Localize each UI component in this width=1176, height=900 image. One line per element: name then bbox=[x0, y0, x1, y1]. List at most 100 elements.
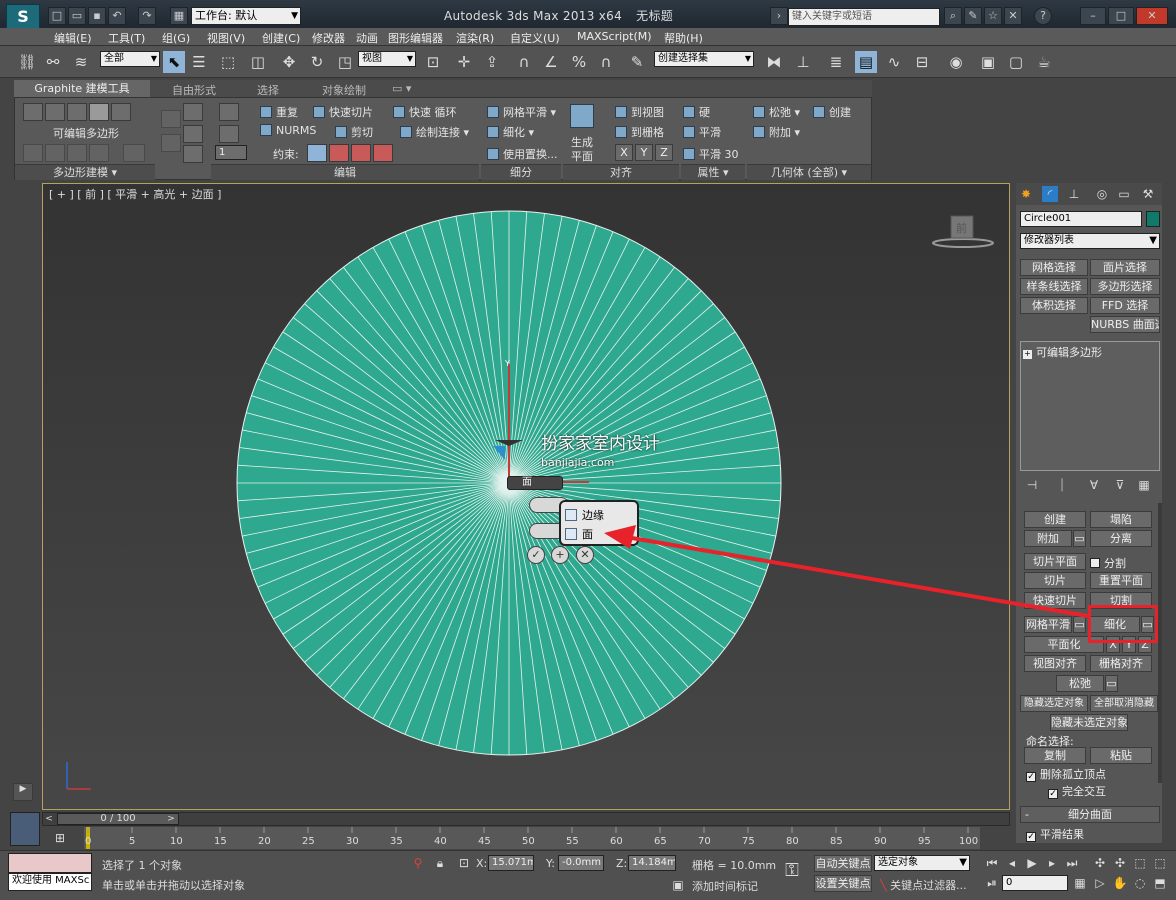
caddy-cancel-icon[interactable]: ✕ bbox=[576, 546, 594, 564]
curve-editor-icon[interactable]: ∿ bbox=[883, 51, 905, 73]
section-edit[interactable]: 编辑 bbox=[211, 164, 479, 180]
quick-loop-button[interactable]: 快速 循环 bbox=[393, 104, 457, 120]
maximize-button[interactable]: □ bbox=[1108, 7, 1134, 25]
subdivision-surface-rollout[interactable]: - 细分曲面 bbox=[1020, 806, 1160, 823]
zoom-extents-icon[interactable]: ⬚ bbox=[1132, 855, 1148, 871]
tab-selection[interactable]: 选择 bbox=[257, 82, 279, 98]
relax-settings-icon[interactable]: ▭ bbox=[1105, 675, 1118, 692]
render-frame-icon[interactable]: ▢ bbox=[1005, 51, 1027, 73]
link-icon[interactable]: ⛓ bbox=[16, 51, 38, 73]
set-key-button[interactable]: 设置关键点 bbox=[814, 875, 872, 892]
select-by-name-icon[interactable]: ☰ bbox=[188, 51, 210, 73]
prev-frame-icon[interactable]: < bbox=[43, 813, 55, 825]
unlink-icon[interactable]: ⚯ bbox=[42, 51, 64, 73]
y-coord-field[interactable]: -0.0mm bbox=[558, 855, 604, 871]
x-coord-field[interactable]: 15.071mm bbox=[488, 855, 534, 871]
slice-plane-button[interactable]: 切片平面 bbox=[1024, 553, 1086, 570]
orbit-icon[interactable]: ◌ bbox=[1132, 875, 1148, 891]
binoculars-icon[interactable]: ⌕ bbox=[944, 7, 962, 25]
polygon-subobj-icon[interactable] bbox=[89, 103, 109, 121]
maximize-viewport-icon[interactable]: ⬒ bbox=[1152, 875, 1168, 891]
select-manipulate-icon[interactable]: ✛ bbox=[453, 51, 475, 73]
app-logo-icon[interactable]: S bbox=[6, 4, 40, 30]
pan-icon[interactable]: ✋ bbox=[1112, 875, 1128, 891]
constraint-edge-icon[interactable] bbox=[329, 144, 349, 162]
project-folder-icon[interactable]: ▦ bbox=[170, 7, 188, 25]
hide-unselected-button[interactable]: 隐藏未选定对象 bbox=[1050, 714, 1128, 731]
isolate-icon[interactable]: ⚲ bbox=[410, 855, 426, 871]
workspace-select[interactable]: 工作台: 默认 ▼ bbox=[191, 7, 301, 25]
zoom-extents-all-icon[interactable]: ⬚ bbox=[1152, 855, 1168, 871]
menu-render[interactable]: 渲染(R) bbox=[456, 30, 494, 46]
align-y-button[interactable]: Y bbox=[635, 144, 653, 161]
mirror-icon[interactable]: ⧓ bbox=[763, 51, 785, 73]
poly-select-button[interactable]: 多边形选择 bbox=[1090, 278, 1160, 295]
copy-button[interactable]: 复制 bbox=[1024, 747, 1086, 764]
caddy-apply-icon[interactable]: + bbox=[551, 546, 569, 564]
fov-icon[interactable]: ▷ bbox=[1092, 875, 1108, 891]
redo-icon[interactable]: ↷ bbox=[138, 7, 156, 25]
edge-subobj-icon[interactable] bbox=[45, 103, 65, 121]
cut-button[interactable]: 剪切 bbox=[335, 124, 373, 140]
menu-view[interactable]: 视图(V) bbox=[207, 30, 245, 46]
tools-icon[interactable]: ✎ bbox=[964, 7, 982, 25]
zoom-all-icon[interactable]: ✣ bbox=[1112, 855, 1128, 871]
menu-help[interactable]: 帮助(H) bbox=[664, 30, 703, 46]
grid-align-button[interactable]: 栅格对齐 bbox=[1090, 655, 1152, 672]
modifier-list-select[interactable]: 修改器列表 ▼ bbox=[1020, 233, 1160, 249]
ribbon-options-icon[interactable]: ▭ ▾ bbox=[392, 82, 411, 95]
attach-ribbon-button[interactable]: 附加 ▾ bbox=[753, 124, 800, 140]
vol-select-button[interactable]: 体积选择 bbox=[1020, 297, 1088, 314]
set-key-icon[interactable]: ⚿ bbox=[784, 862, 800, 880]
open-file-icon[interactable]: ▭ bbox=[68, 7, 86, 25]
element-subobj-icon[interactable] bbox=[111, 103, 131, 121]
window-crossing-icon[interactable]: ◫ bbox=[247, 51, 269, 73]
play-icon[interactable]: ▶ bbox=[1024, 855, 1040, 871]
tab-graphite[interactable]: Graphite 建模工具 bbox=[14, 80, 150, 97]
menu-modifiers[interactable]: 修改器 bbox=[312, 30, 345, 46]
auto-key-button[interactable]: 自动关键点 bbox=[814, 855, 872, 872]
expand-plus-icon[interactable]: + bbox=[1023, 350, 1032, 359]
object-color-swatch[interactable] bbox=[1146, 211, 1160, 227]
smooth30-button[interactable]: 平滑 30 bbox=[683, 146, 739, 162]
section-subdivision[interactable]: 细分 bbox=[481, 164, 561, 180]
circle-mesh[interactable]: Y 前 bbox=[43, 184, 1009, 809]
viewport-front[interactable]: [ + ] [ 前 ] [ 平滑 + 高光 + 边面 ] Y 前 扮家家室内设计… bbox=[42, 183, 1010, 810]
select-object-icon[interactable]: ⬉ bbox=[163, 51, 185, 73]
view-align-button[interactable]: 视图对齐 bbox=[1024, 655, 1086, 672]
named-selection-set-select[interactable]: 创建选择集 ▼ bbox=[654, 51, 754, 67]
move-icon[interactable]: ✥ bbox=[278, 51, 300, 73]
hide-selected-button[interactable]: 隐藏选定对象 bbox=[1020, 695, 1088, 712]
caddy-ok-icon[interactable]: ✓ bbox=[527, 546, 545, 564]
pivot-center-icon[interactable]: ⊡ bbox=[422, 51, 444, 73]
goto-start-icon[interactable]: ⏮ bbox=[984, 855, 1000, 871]
show-cage-icon[interactable] bbox=[183, 103, 203, 121]
delete-isolated-checkbox[interactable]: ✓ 删除孤立顶点 bbox=[1026, 766, 1106, 782]
menu-animation[interactable]: 动画 bbox=[356, 30, 378, 46]
key-filters-button[interactable]: ╲ 关键点过滤器... bbox=[880, 877, 967, 893]
align-icon[interactable]: ⊥ bbox=[792, 51, 814, 73]
popup-edges[interactable]: 边缘 bbox=[565, 507, 604, 523]
border-subobj-icon[interactable] bbox=[67, 103, 87, 121]
render-setup-icon[interactable]: ▣ bbox=[977, 51, 999, 73]
generate-plane-icon[interactable] bbox=[570, 104, 594, 128]
bind-space-warp-icon[interactable]: ≋ bbox=[70, 51, 92, 73]
percent-snap-icon[interactable]: % bbox=[568, 51, 590, 73]
absolute-mode-icon[interactable]: ⊡ bbox=[456, 855, 472, 871]
align-x-button[interactable]: X bbox=[615, 144, 633, 161]
create-button[interactable]: 创建 bbox=[1024, 511, 1086, 528]
graphite-toggle-icon[interactable]: ▤ bbox=[855, 51, 877, 73]
create-tab-icon[interactable]: ✸ bbox=[1018, 186, 1034, 202]
tab-freeform[interactable]: 自由形式 bbox=[172, 82, 216, 98]
nurms-button[interactable]: NURMS bbox=[260, 124, 316, 137]
mini-listener-icon[interactable] bbox=[10, 812, 40, 846]
menu-create[interactable]: 创建(C) bbox=[262, 30, 300, 46]
prev-key-icon[interactable]: ◂ bbox=[1004, 855, 1020, 871]
tessellate-ribbon-button[interactable]: 细化 ▾ bbox=[487, 124, 534, 140]
modifier-stack[interactable]: + 可编辑多边形 bbox=[1020, 341, 1160, 471]
close-x-icon[interactable]: ✕ bbox=[1004, 7, 1022, 25]
smooth-result-checkbox[interactable]: ✓ 平滑结果 bbox=[1026, 826, 1084, 842]
menu-tools[interactable]: 工具(T) bbox=[108, 30, 145, 46]
menu-customize[interactable]: 自定义(U) bbox=[510, 30, 560, 46]
stack-item-editable-poly[interactable]: + 可编辑多边形 bbox=[1023, 344, 1102, 360]
